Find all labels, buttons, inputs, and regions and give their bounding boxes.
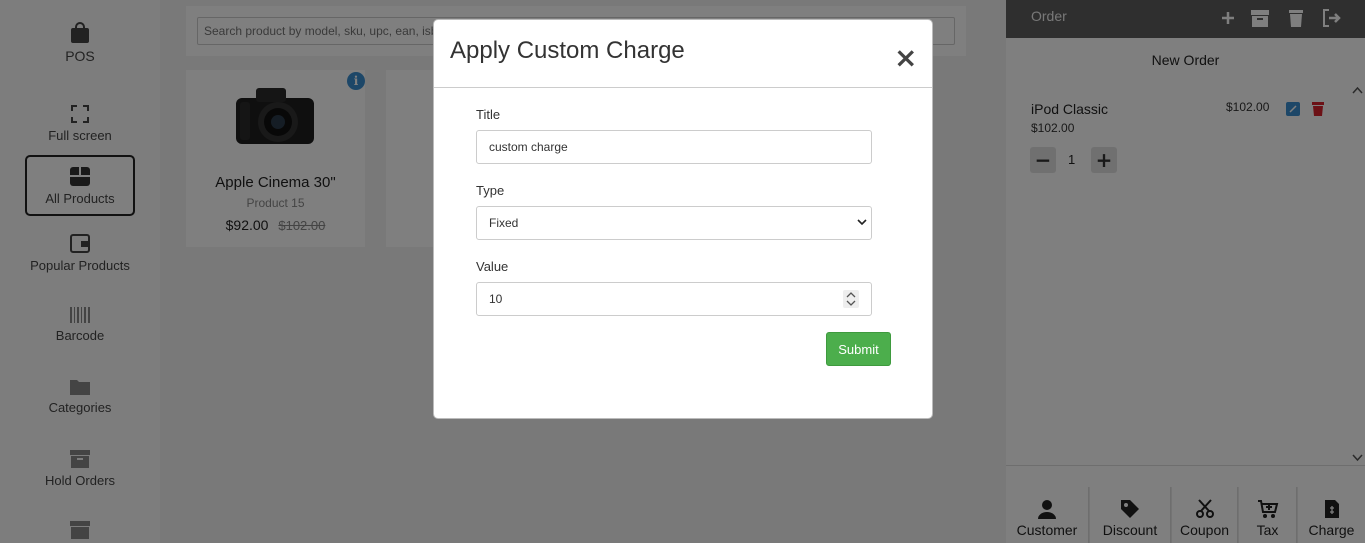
modal-title: Apply Custom Charge	[450, 37, 685, 64]
title-label: Title	[476, 107, 501, 122]
title-input[interactable]	[476, 130, 872, 164]
custom-charge-modal: Apply Custom Charge × Title Type Fixed V…	[433, 19, 933, 419]
type-label: Type	[476, 183, 505, 198]
submit-button[interactable]: Submit	[826, 332, 891, 366]
number-spinner-icon[interactable]	[843, 290, 859, 308]
chevron-down-icon	[857, 219, 867, 226]
type-select-value: Fixed	[489, 216, 519, 230]
value-input[interactable]: 10	[476, 282, 872, 316]
value-label: Value	[476, 259, 509, 274]
close-button[interactable]: ×	[894, 44, 917, 72]
value-input-text: 10	[489, 292, 503, 306]
modal-header: Apply Custom Charge ×	[434, 20, 932, 88]
type-select[interactable]: Fixed	[476, 206, 872, 240]
